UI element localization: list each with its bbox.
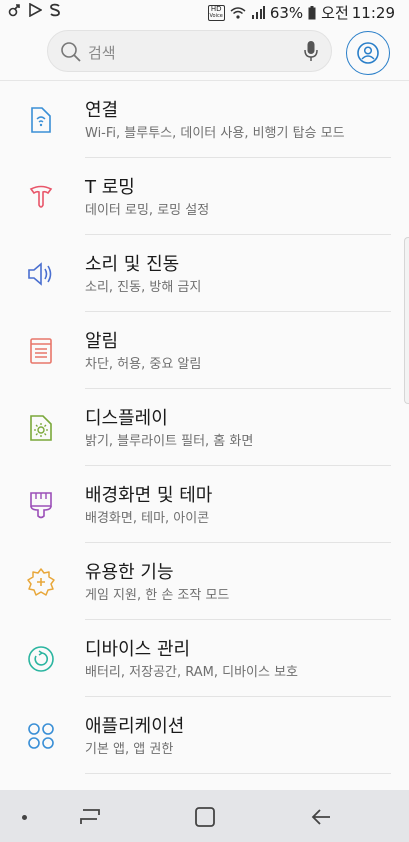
item-subtitle: 밝기, 블루라이트 필터, 홈 화면 — [85, 434, 254, 449]
display-icon — [30, 415, 52, 441]
item-subtitle: 기본 앱, 앱 권한 — [85, 742, 174, 757]
item-title: 디바이스 관리 — [85, 639, 191, 660]
item-title: 연결 — [85, 100, 119, 121]
device-care-icon — [28, 646, 54, 672]
play-icon — [29, 3, 42, 17]
clock-time: 11:29 — [351, 3, 395, 22]
settings-item-wallpaper-themes[interactable]: 배경화면 및 테마 배경화면, 테마, 아이콘 — [0, 466, 409, 543]
item-subtitle: 소리, 진동, 방해 금지 — [85, 280, 202, 295]
item-subtitle: Wi-Fi, 블루투스, 데이터 사용, 비행기 탑승 모드 — [85, 126, 345, 141]
brush-icon — [30, 492, 52, 519]
search-icon — [61, 42, 81, 62]
edge-panel-handle[interactable] — [404, 237, 409, 404]
speaker-icon — [28, 262, 52, 286]
settings-item-sound[interactable]: 소리 및 진동 소리, 진동, 방해 금지 — [0, 235, 409, 312]
item-title: 유용한 기능 — [85, 562, 174, 583]
signal-icon — [251, 6, 265, 19]
settings-item-display[interactable]: 디스플레이 밝기, 블루라이트 필터, 홈 화면 — [0, 389, 409, 466]
navigation-bar — [0, 790, 409, 842]
item-title: 배경화면 및 테마 — [85, 485, 213, 506]
gear-plus-icon — [27, 568, 55, 596]
apps-icon — [28, 723, 54, 749]
back-icon[interactable] — [310, 806, 334, 828]
divider — [85, 773, 391, 774]
notification-icon — [30, 338, 52, 364]
item-subtitle: 데이터 로밍, 로밍 설정 — [85, 203, 210, 218]
nav-dot-indicator[interactable] — [22, 815, 27, 820]
item-subtitle: 배경화면, 테마, 아이콘 — [85, 511, 210, 526]
battery-percent: 63% — [269, 3, 304, 22]
search-bar[interactable]: 검색 — [47, 30, 332, 72]
settings-item-connections[interactable]: 연결 Wi-Fi, 블루투스, 데이터 사용, 비행기 탑승 모드 — [0, 81, 409, 158]
clock-ampm: 오전 — [321, 4, 349, 22]
wifi-icon — [230, 7, 246, 19]
item-subtitle: 배터리, 저장공간, RAM, 디바이스 보호 — [85, 665, 299, 680]
settings-item-applications[interactable]: 애플리케이션 기본 앱, 앱 권한 — [0, 697, 409, 774]
item-subtitle: 차단, 허용, 중요 알림 — [85, 357, 202, 372]
account-icon — [357, 42, 379, 64]
t-roaming-icon — [29, 185, 53, 208]
settings-item-t-roaming[interactable]: T 로밍 데이터 로밍, 로밍 설정 — [0, 158, 409, 235]
connections-icon — [31, 107, 51, 133]
item-title: 디스플레이 — [85, 408, 168, 429]
search-placeholder: 검색 — [88, 44, 116, 62]
settings-list: 연결 Wi-Fi, 블루투스, 데이터 사용, 비행기 탑승 모드 T 로밍 데… — [0, 81, 409, 774]
item-title: 애플리케이션 — [85, 716, 185, 737]
s-icon — [50, 3, 60, 17]
settings-item-device-care[interactable]: 디바이스 관리 배터리, 저장공간, RAM, 디바이스 보호 — [0, 620, 409, 697]
item-title: 소리 및 진동 — [85, 254, 180, 275]
settings-item-advanced-features[interactable]: 유용한 기능 게임 지원, 한 손 조작 모드 — [0, 543, 409, 620]
battery-icon — [308, 5, 316, 19]
link-icon — [8, 4, 20, 17]
item-subtitle: 게임 지원, 한 손 조작 모드 — [85, 588, 230, 603]
mic-icon[interactable] — [303, 40, 319, 62]
home-icon[interactable] — [194, 806, 216, 828]
settings-item-notifications[interactable]: 알림 차단, 허용, 중요 알림 — [0, 312, 409, 389]
item-title: T 로밍 — [85, 177, 135, 198]
item-title: 알림 — [85, 331, 119, 352]
status-bar: HD Voice 63% 오전 11:29 — [0, 0, 409, 24]
recent-apps-icon[interactable] — [78, 806, 102, 828]
volte-indicator: HD Voice — [207, 4, 225, 21]
profile-button[interactable] — [346, 31, 390, 75]
